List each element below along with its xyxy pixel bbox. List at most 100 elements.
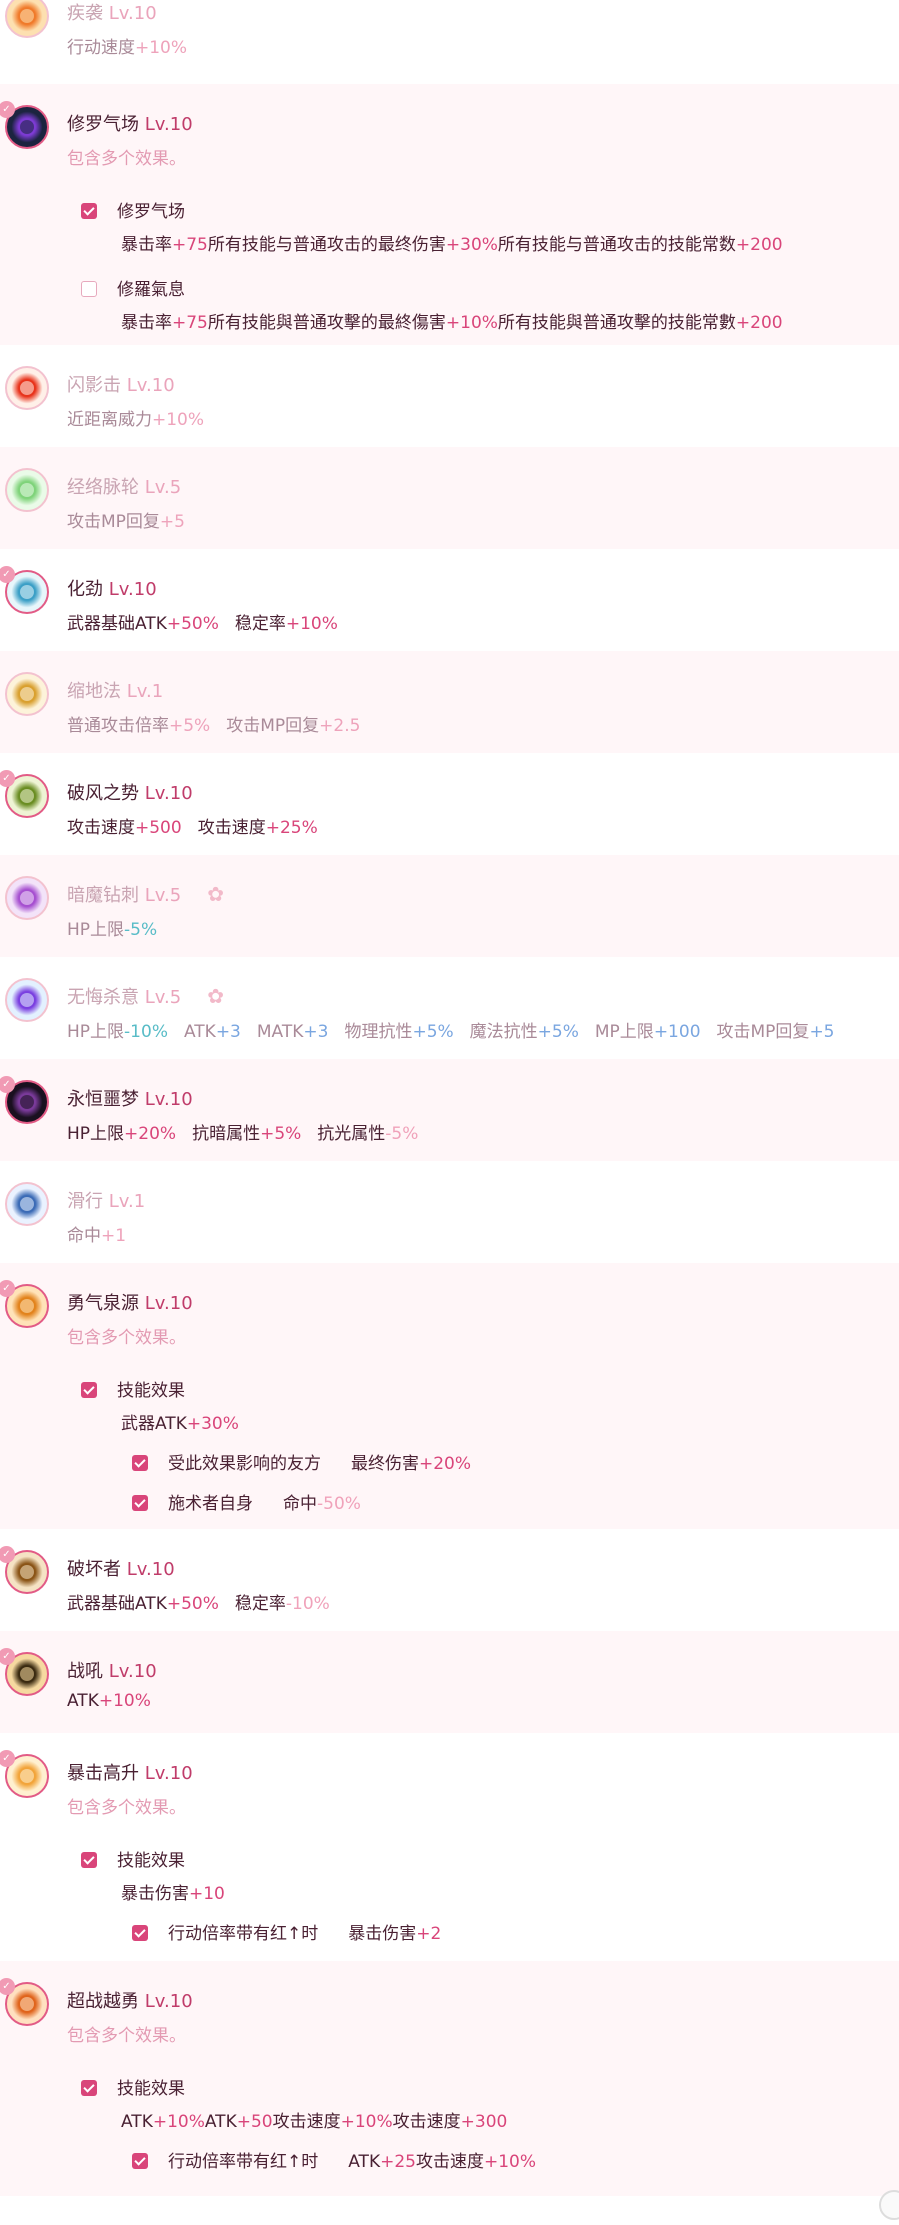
stat: 稳定率+10% (235, 614, 338, 634)
skill-row[interactable]: 经络脉轮 Lv.5 攻击MP回复+5 (0, 447, 899, 549)
stat-value: -10% (124, 1022, 168, 1042)
stat-label: 抗光属性 (317, 1124, 386, 1144)
stat-value: +5% (412, 1022, 454, 1042)
skill-row[interactable]: ✓ 勇气泉源 Lv.10 包含多个效果。 技能效果 武器ATK+30% 受此效果影响的友方… (0, 1263, 899, 1529)
skill-avatar (5, 978, 49, 1022)
multi-effect-note: 包含多个效果。 (67, 1798, 186, 1818)
stat-label: 魔法抗性 (469, 1022, 538, 1042)
stat-value: +30% (186, 1414, 239, 1434)
stat: 普通攻击倍率+5% (67, 716, 210, 736)
stat-value: +10% (340, 2112, 393, 2132)
stat-value: +2.5 (319, 716, 361, 736)
stat-value: +10% (98, 1691, 151, 1711)
skill-level: Lv.10 (108, 1661, 157, 1682)
stat-label: 暴击伤害 (121, 1884, 189, 1904)
condition-checkbox[interactable] (132, 1925, 148, 1941)
skill-name: 战吼 (67, 1661, 103, 1682)
stat-label: ATK (204, 2112, 237, 2132)
asura-aura-icon (20, 120, 34, 134)
skill-row[interactable]: 缩地法 Lv.1 普通攻击倍率+5% 攻击MP回复+2.5 (0, 651, 899, 753)
stat: 所有技能與普通攻擊的技能常數+200 (498, 313, 783, 333)
multi-effect-note: 包含多个效果。 (67, 1328, 186, 1348)
condition-checkbox[interactable] (132, 2153, 148, 2169)
skill-name: 化劲 (67, 579, 103, 600)
option-checkbox[interactable] (81, 2080, 97, 2096)
fire-lion-icon (20, 1299, 34, 1313)
option-checkbox[interactable] (81, 1852, 97, 1868)
skill-level: Lv.1 (126, 681, 164, 702)
condition-option[interactable]: 受此效果影响的友方 最终伤害+20% (132, 1449, 471, 1474)
stat-label: 武器ATK (121, 1414, 187, 1434)
condition-label: 受此效果影响的友方 (168, 1454, 321, 1474)
scroll-handle-icon[interactable] (879, 2190, 899, 2220)
stat: ATK+10% (121, 2112, 205, 2132)
stat: 攻击速度+500 (67, 818, 182, 838)
stat-label: ATK (348, 2152, 381, 2172)
condition-option[interactable]: 施术者自身 命中-50% (132, 1489, 361, 1514)
option-checkbox[interactable] (81, 1382, 97, 1398)
stat: 武器基础ATK+50% (67, 614, 219, 634)
skill-name: 破坏者 (67, 1559, 121, 1580)
skill-row[interactable]: ✓ 破风之势 Lv.10 攻击速度+500 攻击速度+25% (0, 753, 899, 855)
stat-value: +100 (653, 1022, 701, 1042)
skill-row[interactable]: ✓ 化劲 Lv.10 武器基础ATK+50% 稳定率+10% (0, 549, 899, 651)
gear-icon[interactable]: ✿ (207, 984, 224, 1008)
option-label: 技能效果 (117, 1381, 185, 1401)
skill-row[interactable]: 疾袭 Lv.10 行动速度+10% (0, 0, 899, 84)
condition-option[interactable]: 行动倍率带有红↑时 ATK+25攻击速度+10% (132, 2147, 536, 2172)
stat-value: +200 (735, 235, 783, 255)
effect-option[interactable]: 修羅氣息 (81, 275, 185, 300)
stat: HP上限-10% (67, 1022, 168, 1042)
skill-row[interactable]: ✓ 战吼 Lv.10 ATK+10% (0, 1631, 899, 1733)
condition-checkbox[interactable] (132, 1495, 148, 1511)
stat-label: HP上限 (67, 1022, 125, 1042)
stat-value: +50 (236, 2112, 273, 2132)
skill-row[interactable]: ✓ 暴击高升 Lv.10 包含多个效果。 技能效果 暴击伤害+10 行动倍率带有红↑时 暴击… (0, 1733, 899, 1961)
stat-label: ATK (121, 2112, 153, 2132)
effect-option[interactable]: 技能效果 (81, 1376, 185, 1401)
skill-row[interactable]: 暗魔钻刺 Lv.5 ✿ HP上限-5% (0, 855, 899, 957)
stat: 暴击伤害+10 (121, 1884, 225, 1904)
option-checkbox[interactable] (81, 203, 97, 219)
effect-option[interactable]: 技能效果 (81, 1846, 185, 1871)
skill-level: Lv.10 (108, 3, 157, 24)
skill-name: 永恒噩梦 (67, 1089, 139, 1110)
skill-level: Lv.10 (144, 114, 193, 135)
skill-title: 闪影击 Lv.10 (67, 371, 175, 397)
effect-option[interactable]: 修罗气场 (81, 197, 185, 222)
skill-row[interactable]: 无悔杀意 Lv.5 ✿ HP上限-10% ATK+3 MATK+3 物理抗性+5% 魔法抗性… (0, 957, 899, 1059)
stat: 攻击MP回复+2.5 (226, 716, 360, 736)
skill-avatar (5, 672, 49, 716)
stat-value: -50% (317, 1494, 361, 1514)
stat-value: +2 (416, 1924, 442, 1944)
stat-value: +5% (537, 1022, 579, 1042)
condition-option[interactable]: 行动倍率带有红↑时 暴击伤害+2 (132, 1919, 441, 1944)
stat-value: +5 (159, 512, 185, 532)
skill-row[interactable]: ✓ 永恒噩梦 Lv.10 HP上限+20% 抗暗属性+5% 抗光属性-5% (0, 1059, 899, 1161)
skill-row[interactable]: ✓ 修罗气场 Lv.10 包含多个效果。 修罗气场 暴击率+75所有技能与普通攻击的最终… (0, 84, 899, 345)
option-checkbox[interactable] (81, 281, 97, 297)
skill-level: Lv.10 (144, 1991, 193, 2012)
skill-row[interactable]: ✓ 超战越勇 Lv.10 包含多个效果。 技能效果 ATK+10%ATK+50攻击速度+… (0, 1961, 899, 2196)
skill-row[interactable]: 闪影击 Lv.10 近距离威力+10% (0, 345, 899, 447)
condition-checkbox[interactable] (132, 1455, 148, 1471)
skill-row[interactable]: 滑行 Lv.1 命中+1 (0, 1161, 899, 1263)
stat-value: +25% (265, 818, 318, 838)
stat-value: +25 (380, 2152, 416, 2172)
stat-line: 攻击MP回复+5 (67, 507, 201, 532)
stat: 近距离威力+10% (67, 410, 204, 430)
stat-label: 攻击速度 (272, 2112, 341, 2132)
skill-title: 缩地法 Lv.1 (67, 677, 163, 703)
dark-drill-icon (20, 891, 34, 905)
gear-icon[interactable]: ✿ (207, 882, 224, 906)
stat-label: ATK (67, 1691, 99, 1711)
skill-level: Lv.10 (144, 1763, 193, 1784)
skill-row[interactable]: ✓ 破坏者 Lv.10 武器基础ATK+50% 稳定率-10% (0, 1529, 899, 1631)
stat-value: +50% (166, 614, 219, 634)
skill-name: 闪影击 (67, 375, 121, 396)
stat-line: HP上限-5% (67, 915, 173, 940)
stat-label: 普通攻击倍率 (67, 716, 169, 736)
stat: ATK+50 (205, 2112, 273, 2132)
stat-label: 抗暗属性 (192, 1124, 261, 1144)
effect-option[interactable]: 技能效果 (81, 2074, 185, 2099)
